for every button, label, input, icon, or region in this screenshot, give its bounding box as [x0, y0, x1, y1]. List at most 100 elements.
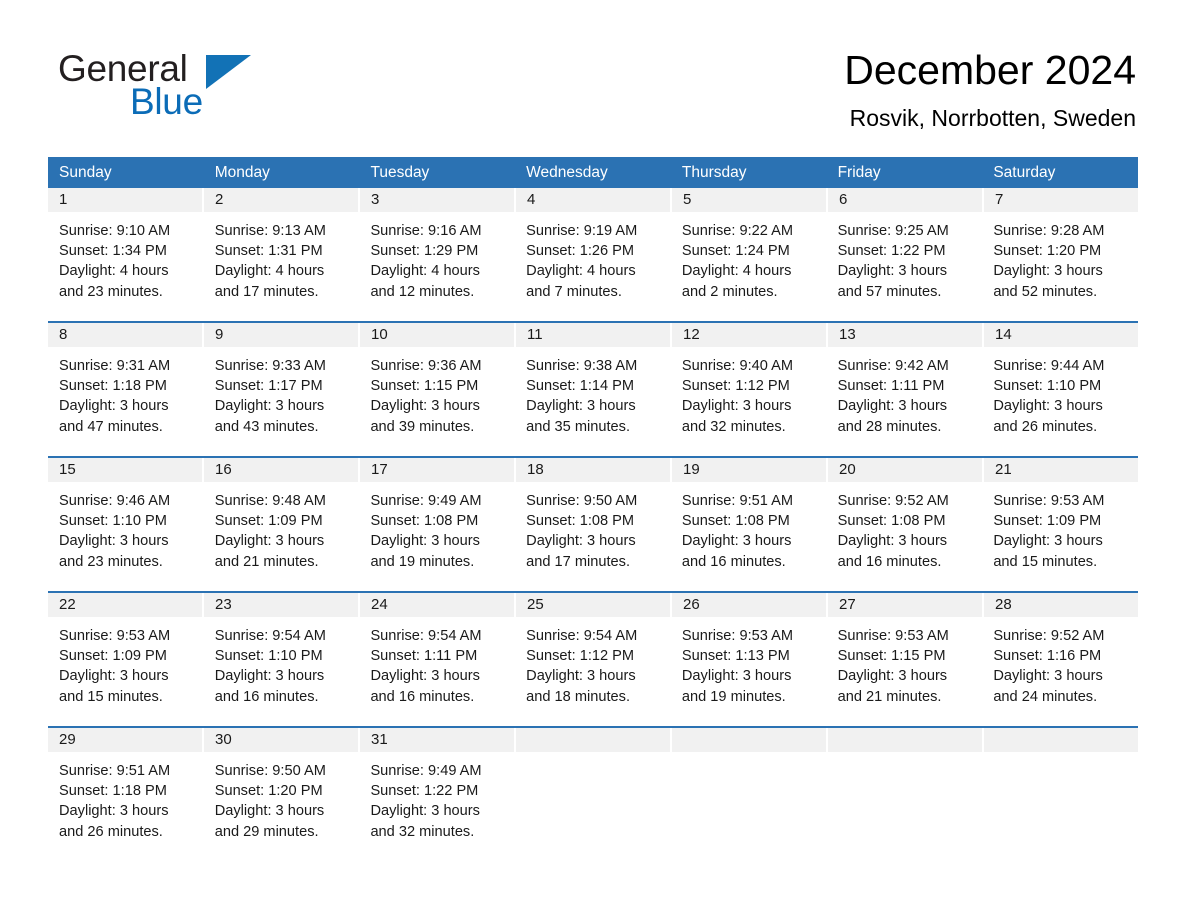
daylight-text-line2: and 32 minutes. [370, 823, 475, 840]
daylight-text-line2: and 23 minutes. [59, 283, 163, 300]
day-cell-empty [827, 752, 983, 861]
sunset-text: Sunset: 1:16 PM [993, 648, 1102, 665]
day-cell[interactable]: Sunrise: 9:53 AM Sunset: 1:15 PM Dayligh… [827, 617, 983, 726]
day-number[interactable]: 16 [204, 458, 360, 482]
day-cell[interactable]: Sunrise: 9:53 AM Sunset: 1:09 PM Dayligh… [48, 617, 204, 726]
day-cell[interactable]: Sunrise: 9:51 AM Sunset: 1:18 PM Dayligh… [48, 752, 204, 861]
day-cell[interactable]: Sunrise: 9:54 AM Sunset: 1:11 PM Dayligh… [359, 617, 515, 726]
day-cell[interactable]: Sunrise: 9:51 AM Sunset: 1:08 PM Dayligh… [671, 482, 827, 591]
day-number[interactable]: 30 [204, 728, 360, 752]
daylight-text-line2: and 17 minutes. [214, 283, 319, 300]
day-number[interactable]: 3 [360, 188, 516, 212]
day-number[interactable]: 19 [672, 458, 828, 482]
day-cell[interactable]: Sunrise: 9:50 AM Sunset: 1:20 PM Dayligh… [204, 752, 360, 861]
day-cell[interactable]: Sunrise: 9:53 AM Sunset: 1:09 PM Dayligh… [982, 482, 1138, 591]
day-number[interactable]: 9 [204, 323, 360, 347]
day-cell[interactable]: Sunrise: 9:54 AM Sunset: 1:10 PM Dayligh… [204, 617, 360, 726]
sunrise-text: Sunrise: 9:53 AM [993, 493, 1105, 509]
day-cell[interactable]: Sunrise: 9:53 AM Sunset: 1:13 PM Dayligh… [671, 617, 827, 726]
day-cell[interactable]: Sunrise: 9:49 AM Sunset: 1:08 PM Dayligh… [359, 482, 515, 591]
day-cell[interactable]: Sunrise: 9:13 AM Sunset: 1:31 PM Dayligh… [204, 212, 360, 321]
day-number[interactable]: 2 [204, 188, 360, 212]
day-cell[interactable]: Sunrise: 9:50 AM Sunset: 1:08 PM Dayligh… [515, 482, 671, 591]
sunset-text: Sunset: 1:15 PM [370, 378, 479, 395]
daylight-text-line2: and 12 minutes. [370, 283, 475, 300]
day-cell[interactable]: Sunrise: 9:28 AM Sunset: 1:20 PM Dayligh… [982, 212, 1138, 321]
daylight-text-line2: and 57 minutes. [837, 283, 942, 300]
day-cell[interactable]: Sunrise: 9:52 AM Sunset: 1:08 PM Dayligh… [827, 482, 983, 591]
daylight-text-line1: Daylight: 3 hours [837, 263, 948, 280]
day-cell[interactable]: Sunrise: 9:40 AM Sunset: 1:12 PM Dayligh… [671, 347, 827, 456]
sunrise-text: Sunrise: 9:54 AM [370, 628, 482, 644]
sunset-text: Sunset: 1:18 PM [59, 783, 167, 800]
daylight-text-line1: Daylight: 3 hours [681, 668, 792, 685]
sunrise-text: Sunrise: 9:54 AM [214, 628, 326, 644]
day-cell[interactable]: Sunrise: 9:31 AM Sunset: 1:18 PM Dayligh… [48, 347, 204, 456]
calendar-page: General Blue December 2024 Rosvik, Norrb… [0, 0, 1188, 918]
day-number[interactable]: 18 [516, 458, 672, 482]
day-cell[interactable]: Sunrise: 9:49 AM Sunset: 1:22 PM Dayligh… [359, 752, 515, 861]
daylight-text-line1: Daylight: 3 hours [59, 398, 169, 415]
week-date-band: 15 16 17 18 19 20 21 [48, 458, 1138, 482]
daylight-text-line2: and 24 minutes. [993, 688, 1098, 705]
weekday-header-sunday: Sunday [59, 164, 112, 181]
daylight-text-line2: and 2 minutes. [681, 283, 778, 300]
day-number[interactable]: 28 [984, 593, 1138, 617]
day-number[interactable]: 1 [48, 188, 204, 212]
day-cell[interactable]: Sunrise: 9:16 AM Sunset: 1:29 PM Dayligh… [359, 212, 515, 321]
day-number[interactable]: 20 [828, 458, 984, 482]
day-cell[interactable]: Sunrise: 9:36 AM Sunset: 1:15 PM Dayligh… [359, 347, 515, 456]
weekday-header-thursday: Thursday [681, 164, 747, 181]
day-number[interactable]: 26 [672, 593, 828, 617]
day-number[interactable]: 17 [360, 458, 516, 482]
weekday-header-tuesday: Tuesday [370, 164, 430, 181]
logo-triangle-icon [206, 55, 251, 89]
page-title: December 2024 [844, 47, 1136, 93]
daylight-text-line1: Daylight: 3 hours [681, 533, 792, 550]
day-number[interactable]: 4 [516, 188, 672, 212]
day-number[interactable]: 6 [828, 188, 984, 212]
day-cell[interactable]: Sunrise: 9:33 AM Sunset: 1:17 PM Dayligh… [204, 347, 360, 456]
daylight-text-line1: Daylight: 3 hours [993, 533, 1103, 550]
day-cell-empty [671, 752, 827, 861]
day-number[interactable]: 27 [828, 593, 984, 617]
daylight-text-line2: and 29 minutes. [214, 823, 319, 840]
daylight-text-line1: Daylight: 3 hours [526, 398, 636, 415]
day-cell[interactable]: Sunrise: 9:46 AM Sunset: 1:10 PM Dayligh… [48, 482, 204, 591]
day-number[interactable]: 29 [48, 728, 204, 752]
day-cell[interactable]: Sunrise: 9:22 AM Sunset: 1:24 PM Dayligh… [671, 212, 827, 321]
day-number[interactable]: 13 [828, 323, 984, 347]
sunset-text: Sunset: 1:10 PM [59, 513, 167, 530]
sunset-text: Sunset: 1:24 PM [681, 243, 790, 260]
sunset-text: Sunset: 1:09 PM [993, 513, 1102, 530]
day-number[interactable]: 24 [360, 593, 516, 617]
day-cell[interactable]: Sunrise: 9:44 AM Sunset: 1:10 PM Dayligh… [982, 347, 1138, 456]
day-number[interactable]: 14 [984, 323, 1138, 347]
day-cell[interactable]: Sunrise: 9:42 AM Sunset: 1:11 PM Dayligh… [827, 347, 983, 456]
day-number[interactable]: 7 [984, 188, 1138, 212]
day-number[interactable]: 12 [672, 323, 828, 347]
day-number[interactable]: 21 [984, 458, 1138, 482]
weekday-header-friday: Friday [837, 164, 881, 181]
day-number[interactable]: 10 [360, 323, 516, 347]
day-number[interactable]: 25 [516, 593, 672, 617]
day-number[interactable]: 15 [48, 458, 204, 482]
generalblue-logo[interactable]: General Blue [58, 50, 358, 120]
day-cell[interactable]: Sunrise: 9:48 AM Sunset: 1:09 PM Dayligh… [204, 482, 360, 591]
day-cell[interactable]: Sunrise: 9:38 AM Sunset: 1:14 PM Dayligh… [515, 347, 671, 456]
day-cell[interactable]: Sunrise: 9:54 AM Sunset: 1:12 PM Dayligh… [515, 617, 671, 726]
day-cell[interactable]: Sunrise: 9:19 AM Sunset: 1:26 PM Dayligh… [515, 212, 671, 321]
week-info-band: Sunrise: 9:51 AM Sunset: 1:18 PM Dayligh… [48, 752, 1138, 861]
day-number[interactable]: 5 [672, 188, 828, 212]
day-cell[interactable]: Sunrise: 9:25 AM Sunset: 1:22 PM Dayligh… [827, 212, 983, 321]
day-number[interactable]: 8 [48, 323, 204, 347]
day-number[interactable]: 11 [516, 323, 672, 347]
day-number[interactable]: 31 [360, 728, 516, 752]
day-number[interactable]: 22 [48, 593, 204, 617]
daylight-text-line1: Daylight: 3 hours [214, 668, 325, 685]
day-cell[interactable]: Sunrise: 9:52 AM Sunset: 1:16 PM Dayligh… [982, 617, 1138, 726]
day-number[interactable]: 23 [204, 593, 360, 617]
daylight-text-line1: Daylight: 4 hours [214, 263, 325, 280]
sunrise-text: Sunrise: 9:22 AM [681, 223, 794, 239]
day-cell[interactable]: Sunrise: 9:10 AM Sunset: 1:34 PM Dayligh… [48, 212, 204, 321]
